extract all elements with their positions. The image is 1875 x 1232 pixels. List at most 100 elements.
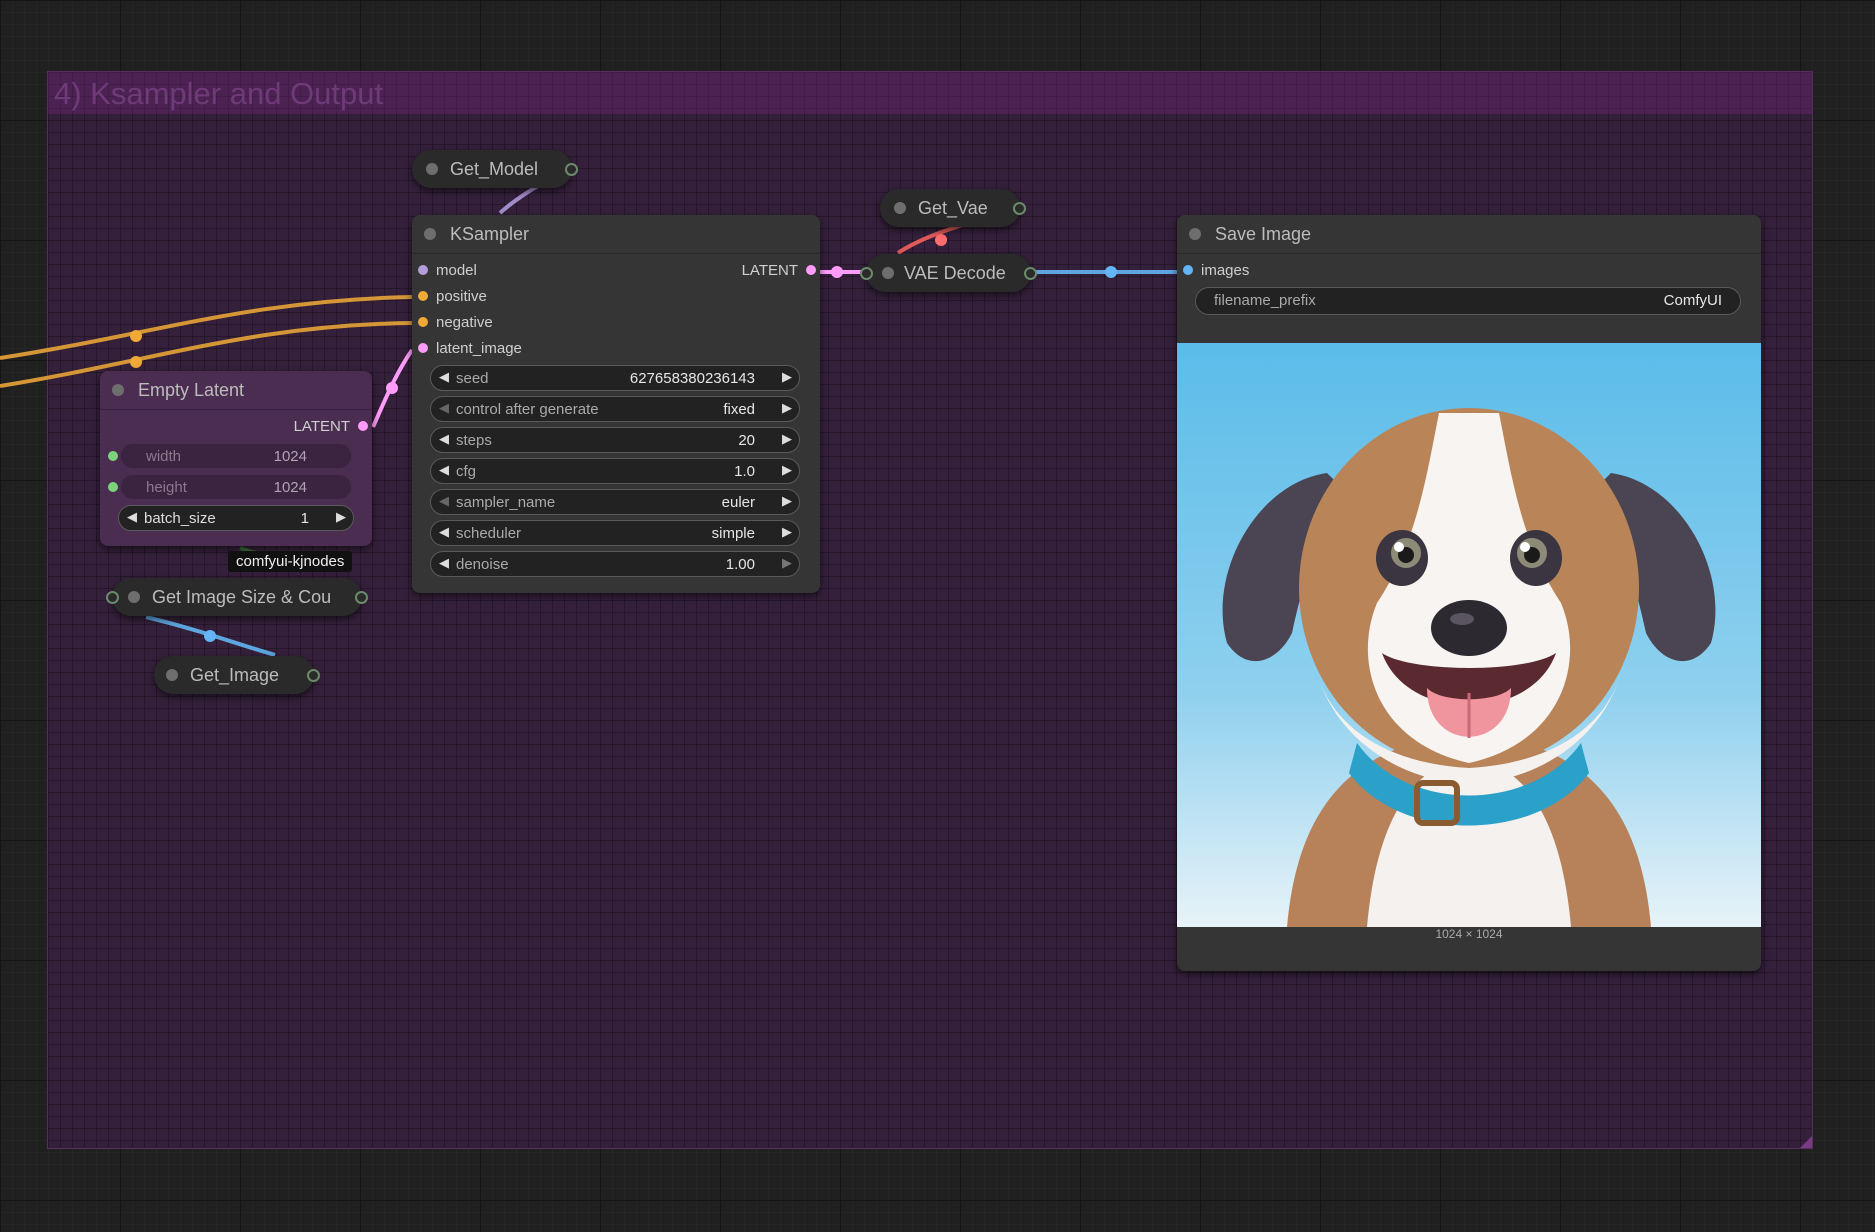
widget-value: 1024 <box>273 448 307 465</box>
width-widget[interactable]: width 1024 <box>120 443 352 469</box>
input-positive[interactable]: positive <box>418 288 487 305</box>
slot-label: images <box>1201 262 1250 279</box>
decrement-arrow-icon[interactable]: ◀ <box>439 431 449 447</box>
increment-arrow-icon[interactable]: ▶ <box>782 400 792 416</box>
decrement-arrow-icon[interactable]: ◀ <box>439 462 449 478</box>
widget-label: height <box>146 479 187 496</box>
group-title: 4) Ksampler and Output <box>54 76 384 111</box>
latent-socket[interactable] <box>418 343 428 354</box>
slot-label: LATENT <box>741 262 798 279</box>
widget-value: fixed <box>723 401 755 418</box>
increment-arrow-icon[interactable]: ▶ <box>782 493 792 509</box>
sampler-name-widget[interactable]: ◀ sampler_name euler ▶ <box>430 489 800 515</box>
widget-value: 20 <box>738 432 755 449</box>
seed-widget[interactable]: ◀ seed 627658380236143 ▶ <box>430 365 800 391</box>
input-images[interactable]: images <box>1183 262 1249 279</box>
model-socket[interactable] <box>418 265 428 276</box>
dog-preview-image <box>1177 343 1761 927</box>
slot-label: latent_image <box>436 340 522 357</box>
input-negative[interactable]: negative <box>418 314 493 331</box>
output-latent[interactable]: LATENT <box>294 418 368 435</box>
output-socket[interactable] <box>1024 267 1037 280</box>
save-image-node[interactable]: Save Image images filename_prefix ComfyU… <box>1177 215 1761 971</box>
widget-value: 627658380236143 <box>629 370 755 387</box>
node-title: Empty Latent <box>100 371 372 410</box>
vae-decode-node[interactable]: VAE Decode <box>860 254 1037 292</box>
decrement-arrow-icon[interactable]: ◀ <box>439 524 449 540</box>
widget-value: 1 <box>300 510 309 527</box>
node-title: Save Image <box>1177 215 1761 254</box>
widget-label: filename_prefix <box>1214 292 1316 309</box>
output-socket[interactable] <box>565 163 578 176</box>
empty-latent-title: Empty Latent <box>138 380 245 400</box>
empty-latent-node[interactable]: Empty Latent LATENT width 1024 height 10… <box>100 371 372 546</box>
decrement-arrow-icon[interactable]: ◀ <box>439 369 449 385</box>
height-input-socket[interactable] <box>108 482 118 492</box>
increment-arrow-icon[interactable]: ▶ <box>782 369 792 385</box>
widget-value: 1.0 <box>734 463 755 480</box>
slot-label: negative <box>436 314 493 331</box>
width-input-socket[interactable] <box>108 451 118 461</box>
control-after-generate-widget[interactable]: ◀ control after generate fixed ▶ <box>430 396 800 422</box>
collapse-dot-icon[interactable] <box>1189 228 1201 240</box>
steps-widget[interactable]: ◀ steps 20 ▶ <box>430 427 800 453</box>
denoise-widget[interactable]: ◀ denoise 1.00 ▶ <box>430 551 800 577</box>
batch-size-widget[interactable]: ◀ batch_size 1 ▶ <box>118 505 354 531</box>
widget-value: ComfyUI <box>1663 292 1722 309</box>
widget-label: control after generate <box>456 401 599 418</box>
latent-socket[interactable] <box>358 421 368 432</box>
output-socket[interactable] <box>1013 202 1026 215</box>
node-title: KSampler <box>412 215 820 254</box>
cfg-widget[interactable]: ◀ cfg 1.0 ▶ <box>430 458 800 484</box>
node-title: Get_Image <box>190 665 280 685</box>
get-model-node[interactable]: Get_Model <box>412 150 578 188</box>
widget-label: seed <box>456 370 489 387</box>
increment-arrow-icon[interactable]: ▶ <box>782 462 792 478</box>
collapse-dot-icon[interactable] <box>112 384 124 396</box>
latent-socket[interactable] <box>806 265 816 276</box>
save-image-title: Save Image <box>1215 224 1312 244</box>
image-socket[interactable] <box>1183 265 1193 276</box>
get-image-size-node[interactable]: Get Image Size & Cou <box>106 578 368 616</box>
node-title: Get_Vae <box>918 198 988 218</box>
get-image-node[interactable]: Get_Image <box>154 656 320 694</box>
conditioning-socket[interactable] <box>418 317 428 328</box>
filename-prefix-input[interactable]: filename_prefix ComfyUI <box>1195 287 1741 315</box>
widget-label: cfg <box>456 463 477 480</box>
widget-label: denoise <box>456 556 509 573</box>
increment-arrow-icon[interactable]: ▶ <box>782 555 792 571</box>
widget-value: euler <box>721 494 755 511</box>
get-vae-node[interactable]: Get_Vae <box>880 189 1026 227</box>
scheduler-widget[interactable]: ◀ scheduler simple ▶ <box>430 520 800 546</box>
slot-label: LATENT <box>293 418 350 435</box>
conditioning-socket[interactable] <box>418 291 428 302</box>
decrement-arrow-icon[interactable]: ◀ <box>439 493 449 509</box>
widget-label: steps <box>456 432 492 449</box>
output-socket[interactable] <box>355 591 368 604</box>
increment-arrow-icon[interactable]: ▶ <box>782 431 792 447</box>
decrement-arrow-icon[interactable]: ◀ <box>127 509 137 525</box>
increment-arrow-icon[interactable]: ▶ <box>782 524 792 540</box>
ksampler-node[interactable]: KSampler model positive negative latent_… <box>412 215 820 593</box>
node-pack-tooltip: comfyui-kjnodes <box>228 551 353 572</box>
widget-value: 1.00 <box>725 556 755 573</box>
increment-arrow-icon[interactable]: ▶ <box>336 509 346 525</box>
ksampler-title: KSampler <box>450 224 530 244</box>
height-widget[interactable]: height 1024 <box>120 474 352 500</box>
output-socket[interactable] <box>307 669 320 682</box>
widget-label: width <box>146 448 182 465</box>
image-preview[interactable] <box>1177 343 1761 927</box>
widget-value: 1024 <box>273 479 307 496</box>
slot-label: positive <box>436 288 487 305</box>
widget-label: scheduler <box>456 525 522 542</box>
node-title: Get_Model <box>450 159 539 179</box>
input-latent-image[interactable]: latent_image <box>418 340 522 357</box>
node-title: VAE Decode <box>904 263 1006 283</box>
group-resize-handle[interactable] <box>1800 1136 1812 1148</box>
decrement-arrow-icon[interactable]: ◀ <box>439 400 449 416</box>
collapse-dot-icon[interactable] <box>424 228 436 240</box>
node-title: Get Image Size & Cou <box>152 587 332 607</box>
input-model[interactable]: model <box>418 262 477 279</box>
output-latent[interactable]: LATENT <box>742 262 816 279</box>
decrement-arrow-icon[interactable]: ◀ <box>439 555 449 571</box>
